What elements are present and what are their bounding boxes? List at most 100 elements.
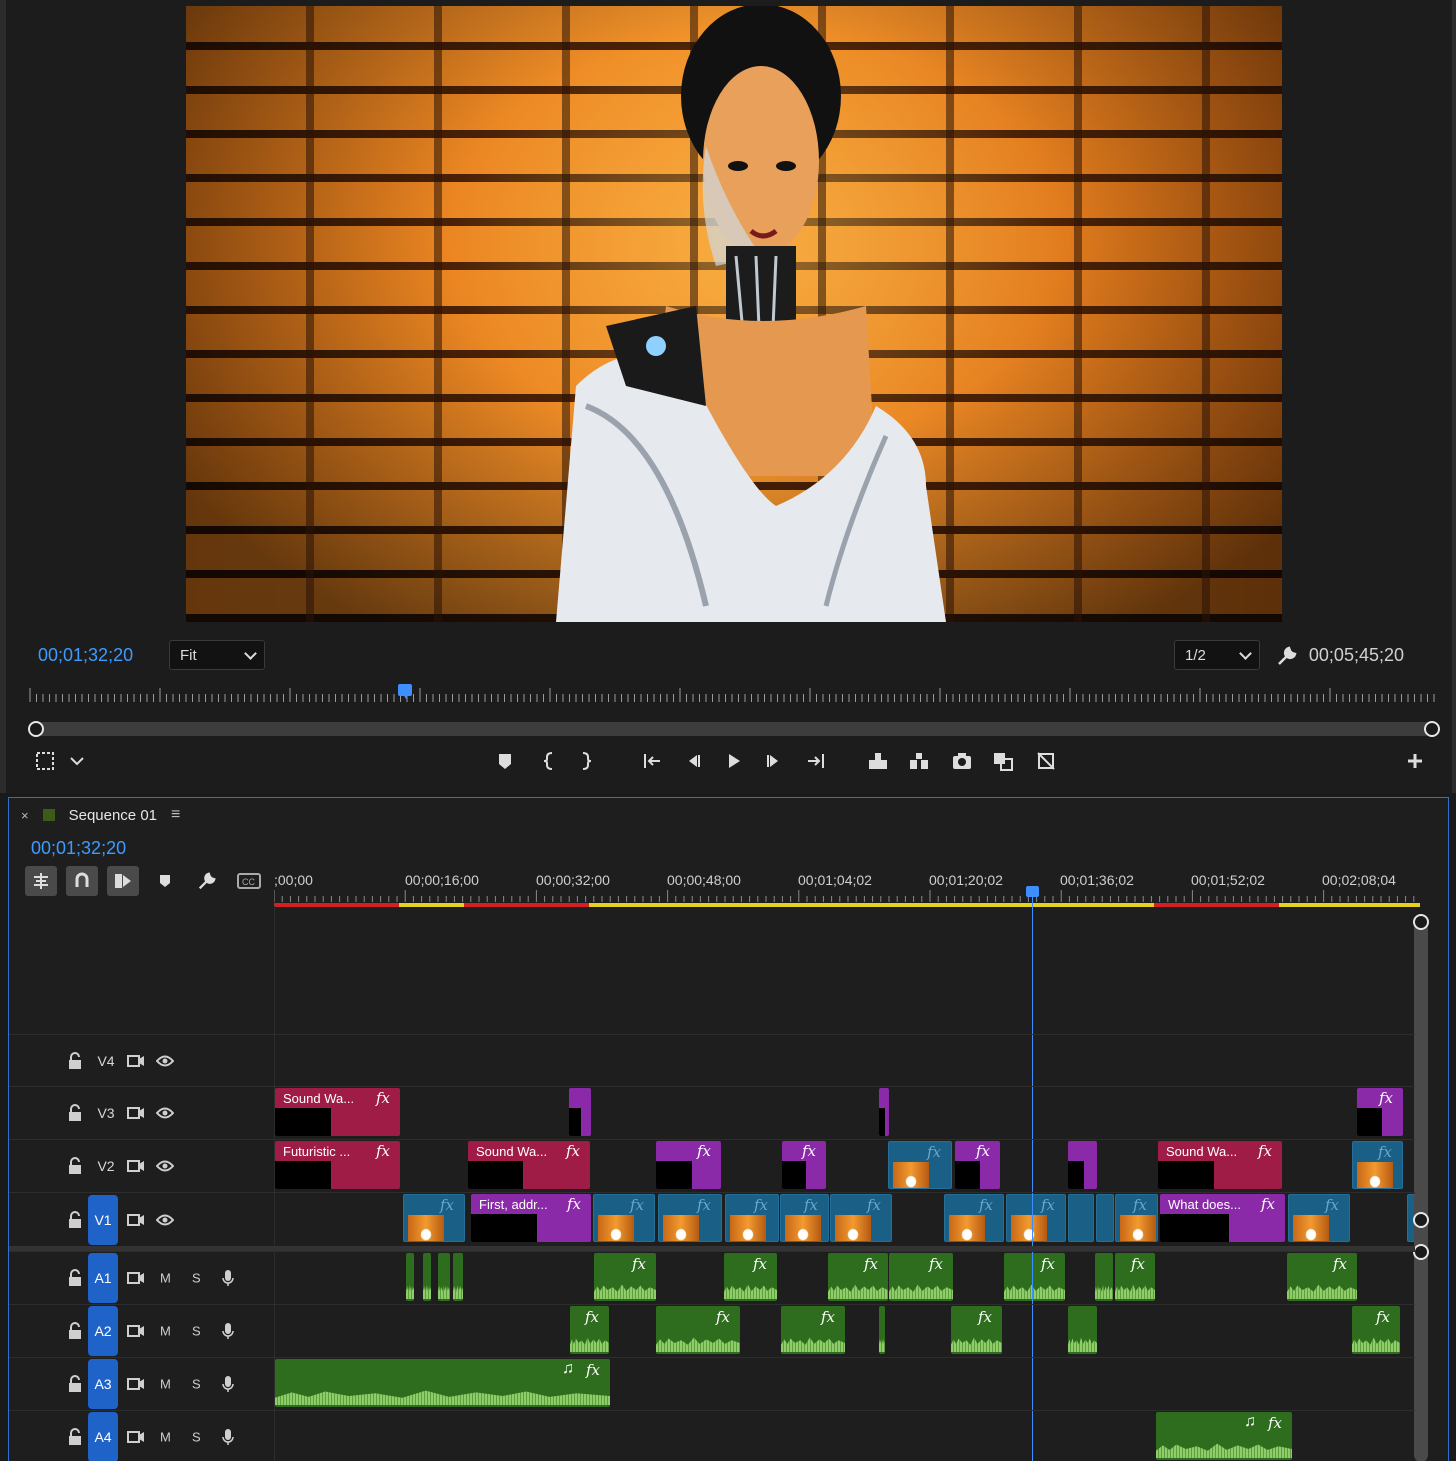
mute-toggle[interactable]: M [160, 1377, 171, 1392]
extract-button[interactable] [906, 748, 932, 774]
track-name[interactable]: A1 [88, 1253, 118, 1303]
program-timecode[interactable]: 00;01;32;20 [38, 645, 133, 666]
button-editor-button[interactable] [1402, 748, 1428, 774]
step-back-button[interactable] [680, 748, 706, 774]
scroll-handle-middle[interactable] [1413, 1212, 1429, 1228]
scroll-handle-top[interactable] [1413, 914, 1429, 930]
ruler-label: 00;01;36;02 [1060, 872, 1134, 888]
sequence-timecode[interactable]: 00;01;32;20 [31, 838, 126, 859]
program-monitor-frame[interactable] [186, 6, 1282, 622]
track-name[interactable]: V4 [95, 1053, 117, 1069]
mark-out-icon [582, 752, 592, 770]
snap-button[interactable] [66, 866, 98, 896]
film-target-icon[interactable] [127, 1323, 145, 1344]
lock-icon[interactable] [67, 1269, 83, 1292]
solo-toggle[interactable]: S [192, 1271, 201, 1286]
scroll-handle-audio[interactable] [1413, 1244, 1429, 1260]
track-name[interactable]: A2 [88, 1306, 118, 1356]
lift-button[interactable] [865, 748, 891, 774]
film-target-icon[interactable] [127, 1105, 145, 1126]
mark-in-button[interactable] [536, 748, 562, 774]
eye-icon[interactable] [155, 1106, 175, 1125]
timeline-ruler[interactable]: ;00;00 00;00;16;00 00;00;32;00 00;00;48;00 0… [274, 870, 1420, 906]
go-to-out-button[interactable] [803, 748, 829, 774]
track-v2: V2 [9, 1139, 1415, 1192]
play-button[interactable] [720, 748, 746, 774]
panel-menu-icon[interactable]: ≡ [171, 806, 180, 824]
wrench-icon[interactable] [1276, 645, 1298, 672]
lock-icon[interactable] [67, 1428, 83, 1451]
mic-icon[interactable] [221, 1428, 235, 1451]
toggle-proxies-button[interactable] [1033, 748, 1059, 774]
chevron-down-icon [1239, 647, 1252, 660]
close-icon[interactable]: × [21, 808, 29, 823]
add-marker-button[interactable] [492, 748, 518, 774]
linked-selection-button[interactable] [107, 866, 139, 896]
sequence-tab[interactable]: × Sequence 01 ≡ [21, 806, 180, 824]
film-target-icon[interactable] [127, 1212, 145, 1233]
zoom-handle-end[interactable] [1424, 721, 1440, 737]
chevron-down-icon [70, 757, 84, 766]
timeline-playhead[interactable] [1026, 886, 1039, 897]
timeline-vertical-scrollbar[interactable] [1413, 914, 1429, 1461]
mute-toggle[interactable]: M [160, 1271, 171, 1286]
solo-toggle[interactable]: S [192, 1430, 201, 1445]
insert-nest-button[interactable] [25, 866, 57, 896]
mic-icon[interactable] [221, 1269, 235, 1292]
lock-icon[interactable] [67, 1210, 83, 1234]
lock-icon[interactable] [67, 1375, 83, 1398]
sequence-name: Sequence 01 [68, 806, 158, 824]
resolution-dropdown-value: 1/2 [1185, 647, 1206, 664]
export-frame-button[interactable] [949, 748, 975, 774]
eye-icon[interactable] [155, 1213, 175, 1232]
step-forward-button[interactable] [761, 748, 787, 774]
play-icon [729, 754, 740, 768]
track-name[interactable]: V1 [88, 1194, 118, 1245]
track-header-v2: V2 [9, 1140, 274, 1192]
settings-menu-button[interactable] [64, 748, 90, 774]
track-name[interactable]: V3 [95, 1105, 117, 1121]
safe-margins-button[interactable] [32, 748, 58, 774]
lock-icon[interactable] [67, 1104, 83, 1127]
ruler-label: 00;00;16;00 [405, 872, 479, 888]
lock-icon[interactable] [67, 1051, 83, 1075]
solo-toggle[interactable]: S [192, 1324, 201, 1339]
film-target-icon[interactable] [127, 1158, 145, 1179]
film-target-icon[interactable] [127, 1270, 145, 1291]
track-a2: A2 M S [9, 1304, 1415, 1357]
mute-toggle[interactable]: M [160, 1430, 171, 1445]
film-target-icon[interactable] [127, 1429, 145, 1450]
mic-icon[interactable] [221, 1322, 235, 1345]
film-target-icon[interactable] [127, 1053, 145, 1074]
mark-out-button[interactable] [573, 748, 599, 774]
monitor-playhead[interactable] [398, 684, 413, 699]
mic-icon[interactable] [221, 1375, 235, 1398]
track-header-a1: A1 M S [9, 1252, 274, 1304]
monitor-zoom-scrollbar[interactable] [28, 721, 1440, 737]
track-name[interactable]: A3 [88, 1359, 118, 1409]
track-name[interactable]: V2 [95, 1158, 117, 1174]
timeline-settings-button[interactable] [191, 866, 223, 896]
eye-icon[interactable] [155, 1159, 175, 1178]
comparison-view-button[interactable] [990, 748, 1016, 774]
safe-margins-icon [36, 752, 54, 770]
zoom-handle-start[interactable] [28, 721, 44, 737]
go-to-in-button[interactable] [639, 748, 665, 774]
mark-in-icon [543, 752, 553, 770]
add-marker-timeline-button[interactable] [149, 866, 181, 896]
snap-icon [75, 872, 89, 887]
go-to-in-icon [644, 754, 660, 768]
track-name[interactable]: A4 [88, 1412, 118, 1461]
track-v4: V4 [9, 1034, 1415, 1086]
lock-icon[interactable] [67, 1322, 83, 1345]
resolution-dropdown[interactable]: 1/2 [1174, 640, 1260, 670]
monitor-time-ruler[interactable] [28, 688, 1436, 704]
film-target-icon[interactable] [127, 1376, 145, 1397]
solo-toggle[interactable]: S [192, 1377, 201, 1392]
captions-button[interactable]: CC [233, 866, 265, 896]
eye-icon[interactable] [155, 1054, 175, 1073]
fit-dropdown[interactable]: Fit [169, 640, 265, 670]
mute-toggle[interactable]: M [160, 1324, 171, 1339]
track-a1: A1 M S [9, 1251, 1415, 1304]
lock-icon[interactable] [67, 1157, 83, 1180]
